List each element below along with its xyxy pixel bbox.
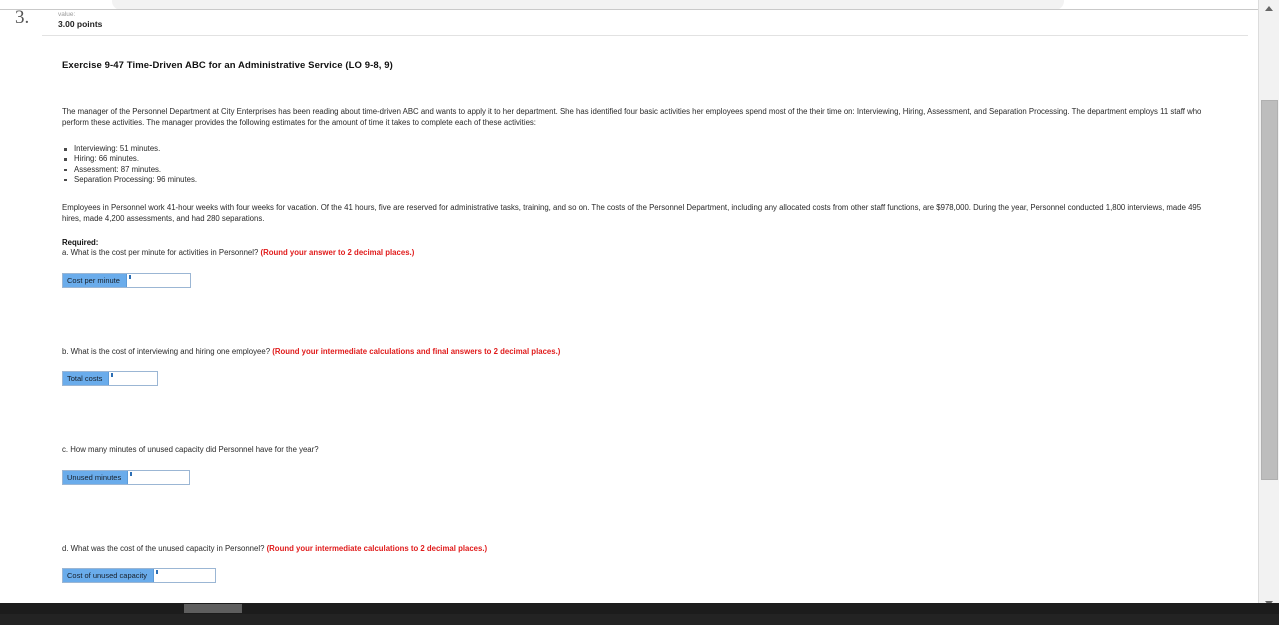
top-chrome-strip — [0, 0, 1279, 9]
answer-row-c[interactable]: Unused minutes — [62, 469, 191, 485]
bottom-bar — [0, 603, 1279, 625]
exercise-title: Exercise 9-47 Time-Driven ABC for an Adm… — [62, 60, 393, 71]
list-item: Separation Processing: 96 minutes. — [62, 175, 1232, 185]
page-root: 3. value: 3.00 points Exercise 9-47 Time… — [0, 0, 1279, 625]
answer-label-cost-of-unused-capacity: Cost of unused capacity — [63, 569, 155, 583]
scroll-up-button[interactable] — [1259, 0, 1279, 17]
question-part-b: b. What is the cost of interviewing and … — [62, 347, 1232, 358]
answer-row-d[interactable]: Cost of unused capacity — [62, 568, 217, 584]
required-heading: Required: — [62, 238, 99, 248]
horizontal-scrollbar-thumb[interactable] — [184, 604, 242, 613]
top-chrome-pill — [112, 0, 1064, 9]
header-divider — [42, 35, 1248, 36]
answer-label-unused-minutes: Unused minutes — [63, 470, 129, 484]
part-b-prompt: b. What is the cost of interviewing and … — [62, 346, 271, 356]
chevron-up-icon — [1265, 6, 1273, 11]
part-d-prompt: d. What was the cost of the unused capac… — [62, 543, 265, 553]
vertical-scrollbar[interactable] — [1258, 0, 1279, 612]
value-caption: value: — [58, 11, 76, 18]
question-number: 3. — [15, 10, 30, 28]
cost-paragraph: Employees in Personnel work 41-hour week… — [62, 203, 1202, 223]
list-item: Interviewing: 51 minutes. — [62, 144, 1232, 154]
part-a-instruction: (Round your answer to 2 decimal places.) — [260, 248, 415, 258]
question-header: 3. value: 3.00 points — [0, 10, 1240, 34]
part-b-instruction: (Round your intermediate calculations an… — [272, 346, 561, 356]
bottom-bar-fill — [0, 614, 1279, 625]
question-part-c: c. How many minutes of unused capacity d… — [62, 445, 1232, 456]
answer-input-cost-of-unused-capacity[interactable] — [154, 569, 216, 583]
exercise-content: Exercise 9-47 Time-Driven ABC for an Adm… — [62, 60, 1232, 584]
question-value-block: value: 3.00 points — [58, 11, 102, 29]
answer-input-cost-per-minute[interactable] — [126, 273, 190, 287]
part-d-instruction: (Round your intermediate calculations to… — [266, 543, 488, 553]
vertical-scrollbar-thumb[interactable] — [1261, 100, 1278, 480]
intro-paragraph: The manager of the Personnel Department … — [62, 107, 1202, 127]
list-item: Hiring: 66 minutes. — [62, 154, 1232, 164]
activity-list: Interviewing: 51 minutes. Hiring: 66 min… — [62, 144, 1232, 185]
list-item: Assessment: 87 minutes. — [62, 165, 1232, 175]
part-a-prompt: a. What is the cost per minute for activ… — [62, 248, 259, 258]
answer-input-total-costs[interactable] — [109, 372, 158, 386]
points-value: 3.00 points — [58, 19, 103, 29]
answer-label-cost-per-minute: Cost per minute — [63, 273, 127, 287]
answer-label-total-costs: Total costs — [63, 372, 110, 386]
question-part-a: a. What is the cost per minute for activ… — [62, 248, 1232, 259]
answer-input-unused-minutes[interactable] — [128, 470, 190, 484]
answer-row-a[interactable]: Cost per minute — [62, 272, 191, 288]
content-viewport: 3. value: 3.00 points Exercise 9-47 Time… — [0, 10, 1258, 603]
question-part-d: d. What was the cost of the unused capac… — [62, 544, 1232, 555]
part-c-prompt: c. How many minutes of unused capacity d… — [62, 445, 319, 455]
answer-row-b[interactable]: Total costs — [62, 371, 159, 387]
